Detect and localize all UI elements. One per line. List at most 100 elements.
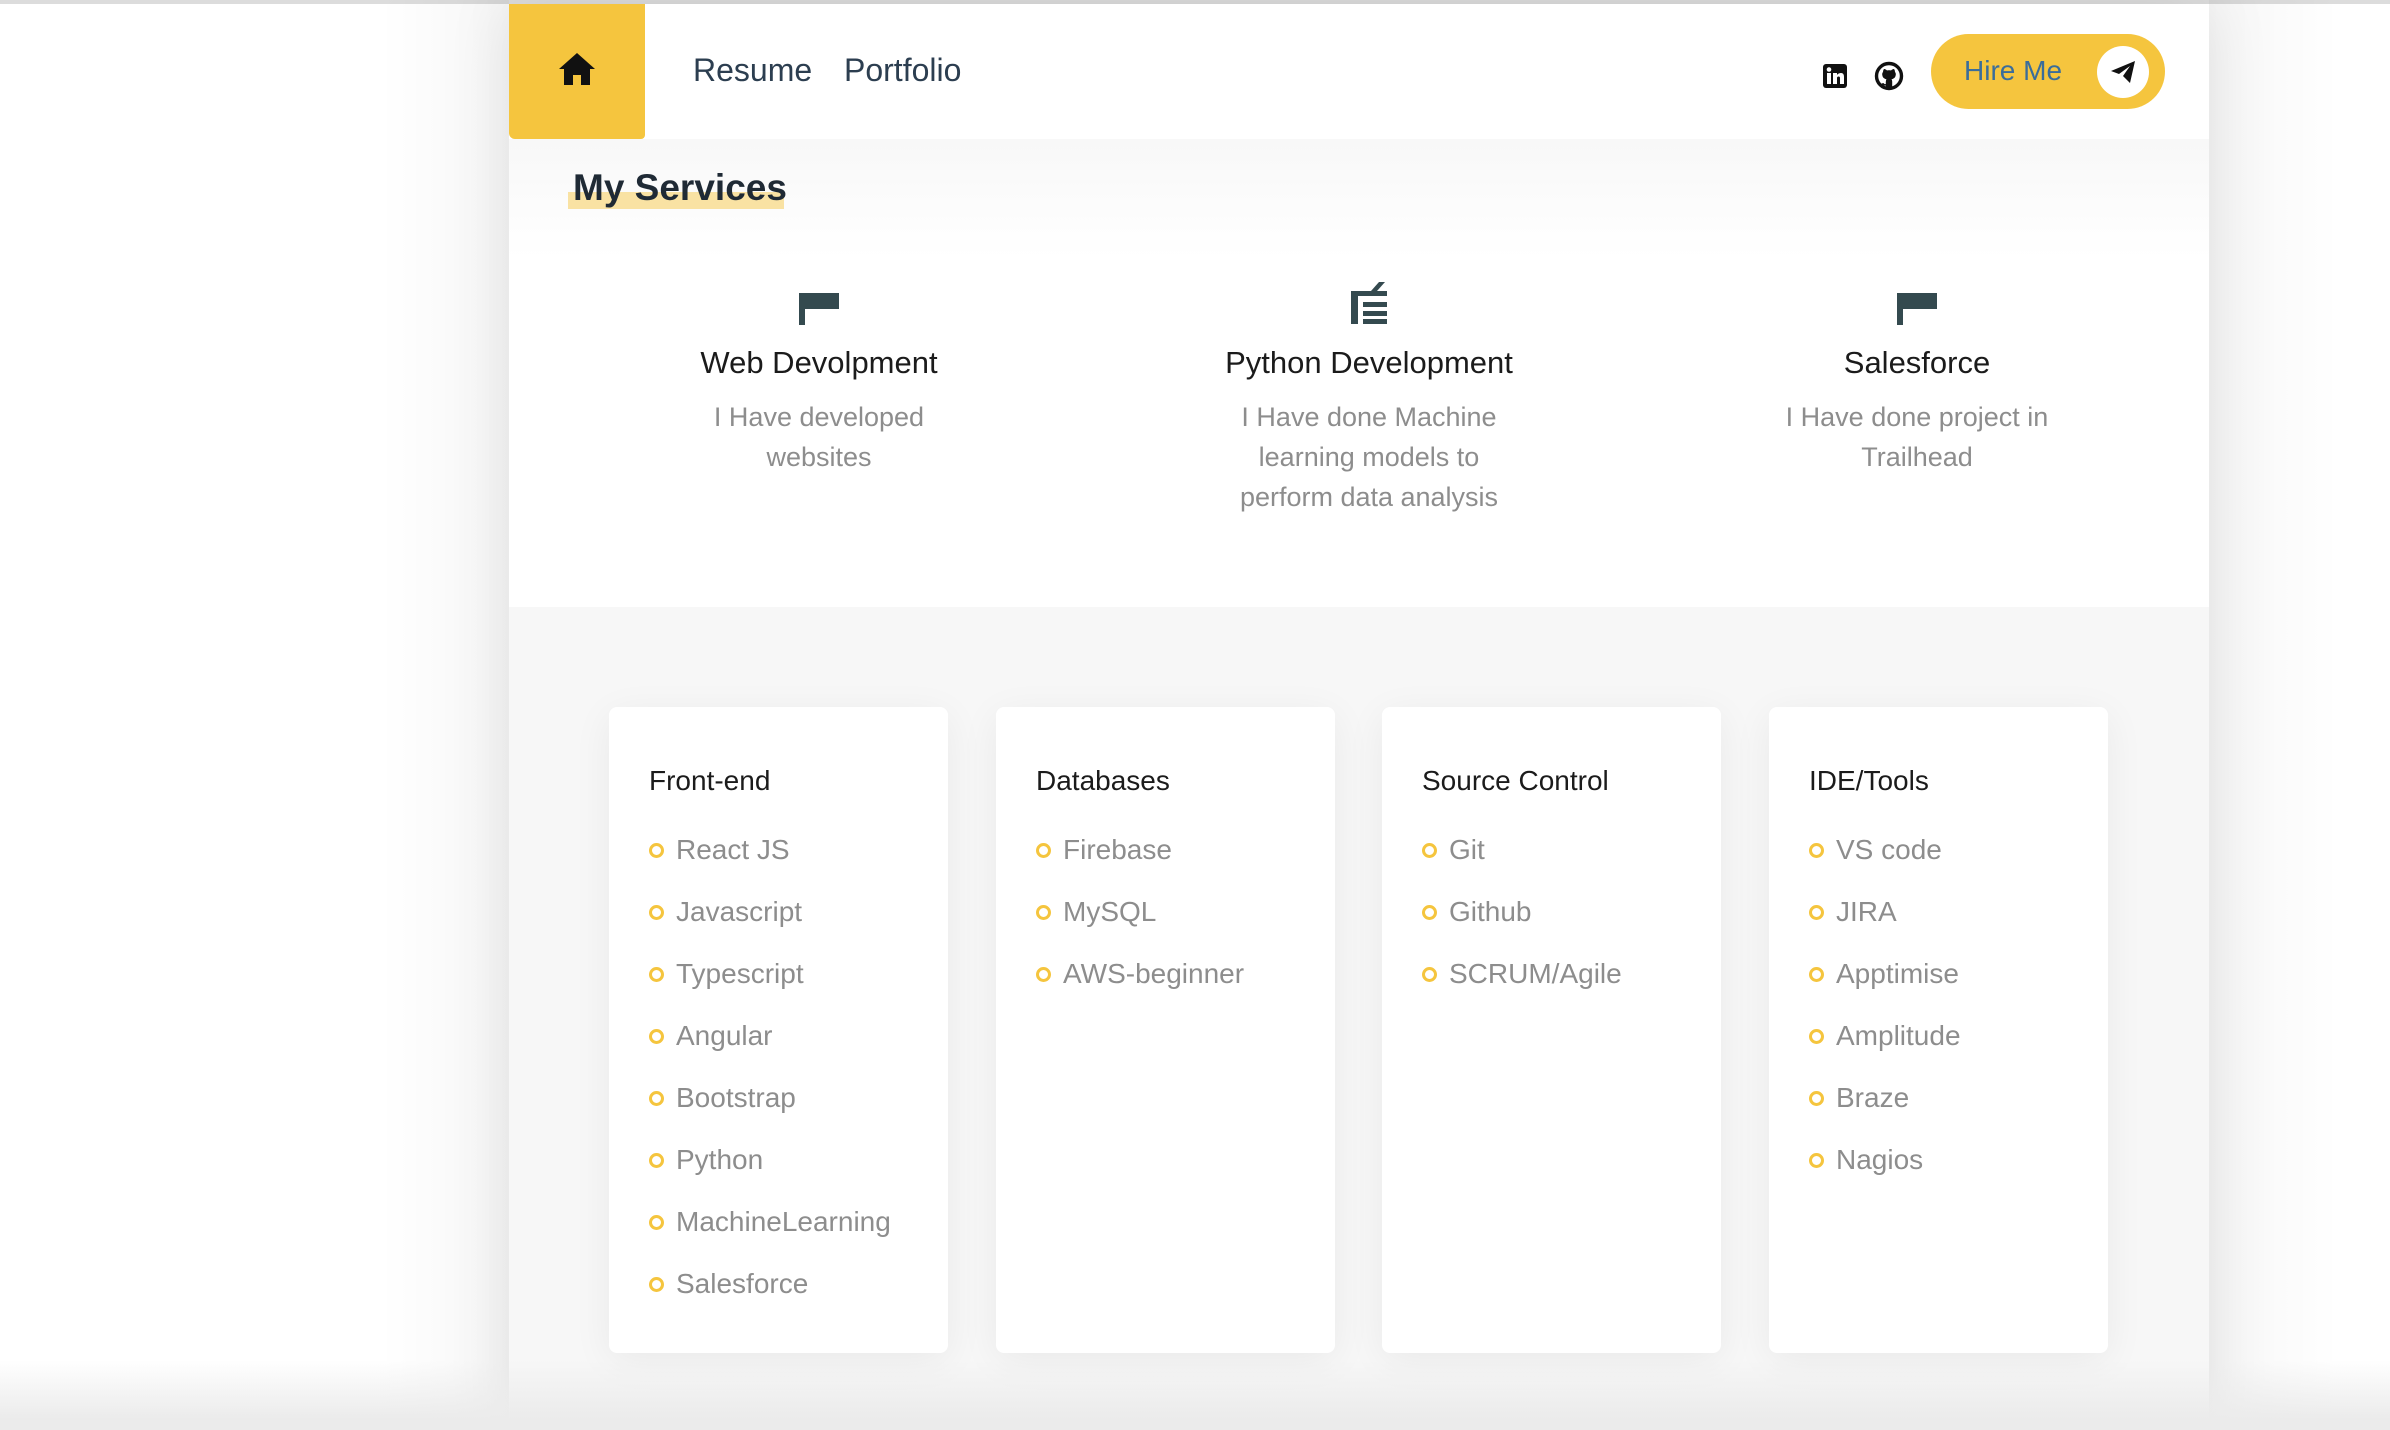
service-title: Salesforce [1843,345,1991,380]
skill-item: AWS-beginner [1036,943,1335,1005]
bullet-icon [1809,1152,1824,1168]
portfolio-page: Resume Portfolio Hire Me My Services Web… [509,4,2209,1430]
skill-item: Bootstrap [649,1067,948,1129]
skill-card-title: Front-end [649,765,771,796]
section-title: My Services [573,167,787,208]
skill-label: Braze [1836,1082,1910,1113]
skill-label: Salesforce [676,1268,809,1299]
skill-label: Firebase [1063,834,1172,865]
skill-item: MachineLearning [649,1191,948,1253]
bullet-icon [1422,966,1437,982]
skill-card-front-end: Front-end React JS Javascript Typescript… [609,707,948,1353]
skill-label: Bootstrap [676,1082,796,1113]
skills-section: Front-end React JS Javascript Typescript… [509,607,2209,1430]
skill-label: Amplitude [1836,1020,1961,1051]
bottom-fade [0,1360,2390,1430]
skill-item: Nagios [1809,1129,2108,1191]
service-salesforce: Salesforce I Have done project in Trailh… [1707,269,2127,477]
skill-label: MachineLearning [676,1206,891,1237]
bullet-icon [1809,904,1824,920]
comb-icon [1159,269,1579,325]
service-description: I Have done project in Trailhead [1785,402,2049,472]
skill-label: Github [1449,896,1532,927]
skill-card-title: Source Control [1422,765,1609,796]
bullet-icon [1036,904,1051,920]
skill-list: Git Github SCRUM/Agile [1422,819,1721,1005]
bullet-icon [1422,842,1437,858]
skill-item: Braze [1809,1067,2108,1129]
flag-icon [1707,269,2127,325]
bullet-icon [649,1276,664,1292]
bullet-icon [649,1090,664,1106]
skill-list: Firebase MySQL AWS-beginner [1036,819,1335,1005]
linkedin-icon[interactable] [1819,60,1851,92]
bullet-icon [649,904,664,920]
skill-item: SCRUM/Agile [1422,943,1721,1005]
bullet-icon [649,842,664,858]
hire-me-label: Hire Me [1964,55,2063,86]
skill-label: SCRUM/Agile [1449,958,1622,989]
skill-label: React JS [676,834,790,865]
nav-link-portfolio[interactable]: Portfolio [844,52,961,89]
skill-item: JIRA [1809,881,2108,943]
github-icon[interactable] [1873,60,1905,92]
skill-item: React JS [649,819,948,881]
skill-label: AWS-beginner [1063,958,1245,989]
bullet-icon [1036,842,1051,858]
skill-item: Javascript [649,881,948,943]
bullet-icon [1809,966,1824,982]
home-button[interactable] [509,4,645,139]
skill-card-databases: Databases Firebase MySQL AWS-beginner [996,707,1335,1353]
home-icon [558,52,596,91]
skill-card-title: IDE/Tools [1809,765,1929,796]
skill-card-title: Databases [1036,765,1170,796]
service-python-development: Python Development I Have done Machine l… [1159,269,1579,517]
skill-item: MySQL [1036,881,1335,943]
skill-item: Python [649,1129,948,1191]
service-title: Python Development [1225,345,1513,380]
service-description: I Have developed websites [713,402,925,472]
services-section: My Services Web Devolpment I Have develo… [509,139,2209,607]
skill-label: MySQL [1063,896,1157,927]
skill-item: Amplitude [1809,1005,2108,1067]
hire-me-button[interactable]: Hire Me [1931,34,2165,109]
skill-label: Python [676,1144,764,1175]
skill-list: VS code JIRA Apptimise Amplitude Braze N… [1809,819,2108,1191]
bullet-icon [1422,904,1437,920]
skill-item: Github [1422,881,1721,943]
skill-item: Angular [649,1005,948,1067]
skill-item: Git [1422,819,1721,881]
service-description: I Have done Machine learning models to p… [1239,402,1499,512]
skill-label: Apptimise [1836,958,1959,989]
skill-item: Firebase [1036,819,1335,881]
bullet-icon [649,1152,664,1168]
service-title: Web Devolpment [700,345,938,380]
skill-label: Angular [676,1020,773,1051]
bullet-icon [649,1028,664,1044]
page-shadow-right [2209,0,2339,1430]
bullet-icon [649,1214,664,1230]
bullet-icon [1036,966,1051,982]
skill-list: React JS Javascript Typescript Angular B… [649,819,948,1315]
skill-label: JIRA [1836,896,1897,927]
flag-icon [609,269,1029,325]
skill-card-ide-tools: IDE/Tools VS code JIRA Apptimise Amplitu… [1769,707,2108,1353]
skill-item: Salesforce [649,1253,948,1315]
bullet-icon [1809,1090,1824,1106]
service-web-development: Web Devolpment I Have developed websites [609,269,1029,477]
skill-label: Git [1449,834,1485,865]
send-icon [2097,46,2149,98]
skill-item: VS code [1809,819,2108,881]
bullet-icon [1809,842,1824,858]
page-shadow-left [380,0,509,1430]
skill-label: Javascript [676,896,803,927]
skill-label: VS code [1836,834,1942,865]
skill-label: Nagios [1836,1144,1924,1175]
site-header: Resume Portfolio Hire Me [509,4,2209,139]
nav-link-resume[interactable]: Resume [693,52,812,89]
skill-label: Typescript [676,958,804,989]
skill-item: Apptimise [1809,943,2108,1005]
skill-card-source-control: Source Control Git Github SCRUM/Agile [1382,707,1721,1353]
skill-item: Typescript [649,943,948,1005]
bullet-icon [649,966,664,982]
